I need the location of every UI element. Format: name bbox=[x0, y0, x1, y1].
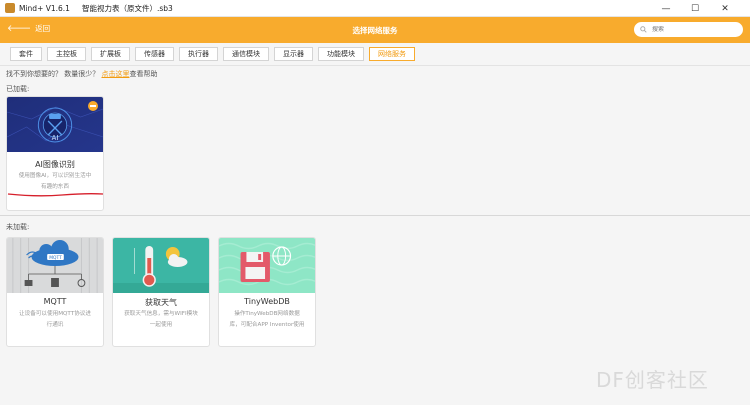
watermark: DF创客社区 bbox=[596, 368, 709, 392]
extension-card-tinywebdb[interactable]: TinyWebDB 操作TinyWebDB网络数据库，可配合APP Invent… bbox=[218, 237, 316, 347]
tab-displays[interactable]: 显示器 bbox=[274, 47, 313, 61]
card-description: 获取天气信息，需与WIFI模块一起使用 bbox=[124, 311, 198, 328]
tabs-divider bbox=[0, 65, 750, 66]
close-button[interactable]: ✕ bbox=[710, 0, 740, 17]
extension-card-ai-image[interactable]: AI AI图像识别 使用图像AI，可以识别生活中有趣的东西 bbox=[6, 96, 104, 211]
minimize-button[interactable]: — bbox=[651, 0, 681, 17]
help-link[interactable]: 点击这里 bbox=[101, 70, 129, 78]
tab-network-services[interactable]: 网络服务 bbox=[369, 47, 415, 61]
window-titlebar: Mind+ V1.6.1 智能视力表（原文件）.sb3 — ☐ ✕ bbox=[0, 0, 750, 17]
tab-boards[interactable]: 主控板 bbox=[47, 47, 86, 61]
card-description: 操作TinyWebDB网络数据库，可配合APP Inventor使用 bbox=[229, 311, 305, 328]
unloaded-section-label: 未加载: bbox=[6, 223, 30, 231]
document-title: 智能视力表（原文件）.sb3 bbox=[81, 3, 173, 13]
search-icon bbox=[640, 26, 647, 33]
tab-function-modules[interactable]: 功能模块 bbox=[318, 47, 364, 61]
card-description: 让设备可以使用MQTT协议进行通讯 bbox=[19, 311, 91, 328]
header-bar: 🡐 返回 选择网络服务 bbox=[0, 17, 750, 43]
card-title: TinyWebDB bbox=[244, 297, 290, 306]
database-icon bbox=[219, 238, 315, 293]
hint-text: 找不到你想要的？ 数量很少？ bbox=[6, 70, 100, 78]
app-title: Mind+ V1.6.1 bbox=[19, 3, 70, 13]
search-input[interactable] bbox=[652, 26, 732, 33]
mqtt-icon-label: MQTT bbox=[49, 255, 62, 261]
card-title: 获取天气 bbox=[145, 298, 177, 307]
weather-icon bbox=[113, 238, 209, 293]
help-hint: 找不到你想要的？ 数量很少？ 点击这里查看帮助 bbox=[6, 69, 157, 79]
tab-sensors[interactable]: 传感器 bbox=[135, 47, 174, 61]
card-title: AI图像识别 bbox=[35, 160, 75, 169]
red-underline-annotation bbox=[7, 193, 103, 197]
maximize-button[interactable]: ☐ bbox=[680, 0, 710, 17]
hint-suffix: 查看帮助 bbox=[129, 70, 158, 78]
app-icon bbox=[5, 3, 15, 13]
ai-icon-label: AI bbox=[52, 134, 59, 142]
minus-icon bbox=[90, 105, 96, 107]
section-divider bbox=[0, 215, 750, 216]
tab-communication[interactable]: 通信模块 bbox=[223, 47, 269, 61]
category-tabs: 套件 主控板 扩展板 传感器 执行器 通信模块 显示器 功能模块 网络服务 bbox=[10, 47, 415, 61]
tab-kits[interactable]: 套件 bbox=[10, 47, 42, 61]
search-box[interactable] bbox=[634, 22, 743, 37]
remove-extension-button[interactable] bbox=[88, 101, 98, 111]
card-title: MQTT bbox=[43, 297, 67, 306]
tab-actuators[interactable]: 执行器 bbox=[179, 47, 218, 61]
extension-card-mqtt[interactable]: MQTT MQTT 让设备可以使用MQTT协议进行通讯 bbox=[6, 237, 104, 347]
mqtt-icon: MQTT bbox=[7, 238, 103, 293]
tab-expansion[interactable]: 扩展板 bbox=[91, 47, 130, 61]
extension-card-weather[interactable]: 获取天气 获取天气信息，需与WIFI模块一起使用 bbox=[112, 237, 210, 347]
loaded-section-label: 已加载: bbox=[6, 85, 30, 93]
card-description: 使用图像AI，可以识别生活中有趣的东西 bbox=[18, 173, 92, 190]
